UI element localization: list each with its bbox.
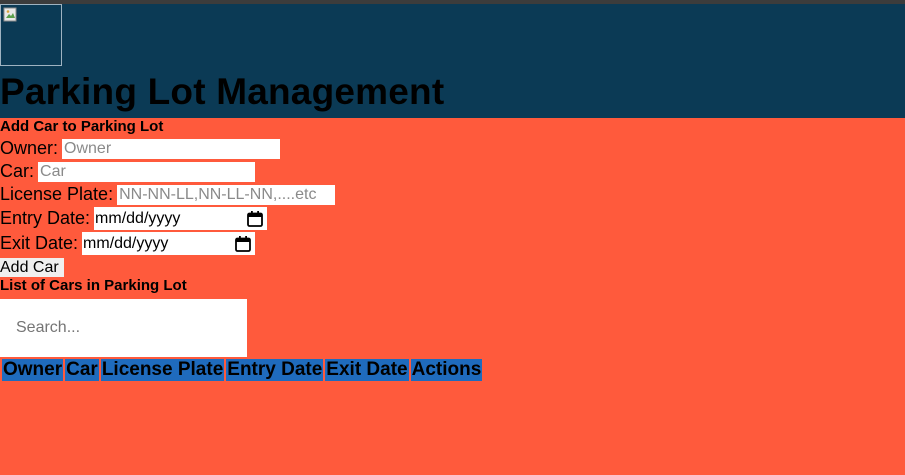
exit-date-input[interactable]: mm/dd/yyyy (82, 232, 256, 255)
column-header-entry-date: Entry Date (226, 359, 324, 381)
license-plate-row: License Plate: (0, 183, 905, 206)
column-header-actions: Actions (410, 359, 483, 381)
owner-row: Owner: (0, 137, 905, 160)
add-car-heading: Add Car to Parking Lot (0, 118, 164, 135)
exit-date-value: mm/dd/yyyy (83, 234, 169, 252)
logo-image (0, 4, 62, 66)
column-header-license-plate: License Plate (100, 359, 225, 381)
car-input[interactable] (38, 161, 256, 182)
main-content: Add Car to Parking Lot Owner: Car: Licen… (0, 118, 905, 383)
column-header-car: Car (65, 359, 99, 381)
license-plate-input[interactable] (117, 184, 336, 205)
entry-date-row: Entry Date: mm/dd/yyyy (0, 206, 905, 231)
cars-table: Owner Car License Plate Entry Date Exit … (0, 357, 484, 383)
add-car-button[interactable]: Add Car (0, 258, 64, 277)
entry-date-label: Entry Date: (0, 208, 91, 228)
entry-date-value: mm/dd/yyyy (95, 209, 181, 227)
owner-label: Owner: (0, 138, 59, 158)
table-header-row: Owner Car License Plate Entry Date Exit … (2, 359, 483, 381)
car-row: Car: (0, 160, 905, 183)
car-list-heading: List of Cars in Parking Lot (0, 277, 187, 294)
column-header-owner: Owner (2, 359, 64, 381)
calendar-icon[interactable] (246, 210, 264, 228)
add-car-form: Add Car to Parking Lot Owner: Car: Licen… (0, 118, 905, 277)
license-plate-label: License Plate: (0, 184, 114, 204)
exit-date-row: Exit Date: mm/dd/yyyy (0, 231, 905, 256)
calendar-icon[interactable] (234, 235, 252, 253)
broken-image-icon (3, 7, 17, 22)
exit-date-label: Exit Date: (0, 233, 79, 253)
page-header: Parking Lot Management (0, 4, 905, 118)
car-list-section: List of Cars in Parking Lot Owner Car Li… (0, 277, 905, 383)
column-header-exit-date: Exit Date (325, 359, 409, 381)
page-title: Parking Lot Management (0, 71, 445, 112)
entry-date-input[interactable]: mm/dd/yyyy (94, 207, 268, 230)
owner-input[interactable] (62, 138, 281, 159)
search-input[interactable] (0, 299, 247, 357)
car-label: Car: (0, 161, 35, 181)
